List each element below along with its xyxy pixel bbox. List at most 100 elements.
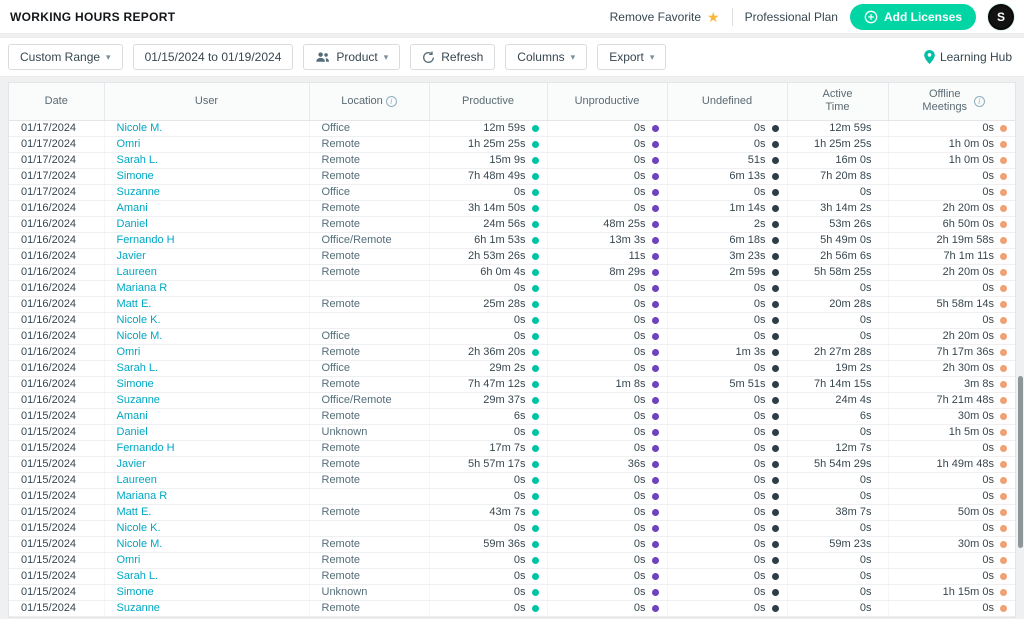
offline-meetings-value: 1h 0m 0s (949, 138, 994, 150)
vertical-scrollbar-thumb[interactable] (1018, 376, 1023, 548)
user-link[interactable]: Suzanne (117, 394, 160, 406)
user-link[interactable]: Laureen (117, 474, 157, 486)
columns-dropdown[interactable]: Columns ▾ (505, 44, 587, 70)
product-dropdown[interactable]: Product ▾ (303, 44, 400, 70)
user-link[interactable]: Omri (117, 138, 141, 150)
offline-dot (1000, 333, 1007, 340)
productive-dot (532, 461, 539, 468)
columns-label: Columns (517, 50, 564, 64)
table-row: 01/15/2024Mariana R0s0s0s0s0s (9, 488, 1015, 504)
user-link[interactable]: Suzanne (117, 602, 160, 614)
row-date: 01/17/2024 (21, 122, 76, 134)
user-link[interactable]: Suzanne (117, 186, 160, 198)
unproductive-dot (652, 125, 659, 132)
productive-dot (532, 365, 539, 372)
user-link[interactable]: Simone (117, 170, 154, 182)
col-label: Productive (462, 95, 514, 107)
col-header-offline-meetings[interactable]: Offline Meetingsi (888, 83, 1015, 120)
user-link[interactable]: Laureen (117, 266, 157, 278)
undefined-dot (772, 269, 779, 276)
user-link[interactable]: Fernando H (117, 234, 175, 246)
remove-favorite-label: Remove Favorite (610, 10, 701, 24)
productive-dot (532, 477, 539, 484)
user-link[interactable]: Javier (117, 250, 146, 262)
table-row: 01/17/2024OmriRemote1h 25m 25s0s0s1h 25m… (9, 136, 1015, 152)
table-row: 01/15/2024SuzanneRemote0s0s0s0s0s (9, 600, 1015, 616)
row-location: Remote (322, 442, 361, 454)
remove-favorite-button[interactable]: Remove Favorite ★ (610, 10, 720, 24)
user-link[interactable]: Nicole M. (117, 122, 163, 134)
user-link[interactable]: Matt E. (117, 298, 152, 310)
undefined-dot (772, 157, 779, 164)
avatar[interactable]: S (988, 4, 1014, 30)
avatar-initial: S (997, 10, 1005, 24)
col-header-location[interactable]: Locationi (309, 83, 429, 120)
productive-dot (532, 125, 539, 132)
productive-dot (532, 557, 539, 564)
row-date: 01/17/2024 (21, 154, 76, 166)
productive-dot (532, 493, 539, 500)
add-licenses-button[interactable]: Add Licenses (850, 4, 976, 30)
col-header-undefined[interactable]: Undefined (667, 83, 787, 120)
col-header-unproductive[interactable]: Unproductive (547, 83, 667, 120)
row-date: 01/16/2024 (21, 218, 76, 230)
productive-value: 29m 37s (483, 394, 525, 406)
active-time-value: 6s (860, 410, 872, 422)
col-header-user[interactable]: User (104, 83, 309, 120)
col-header-active-time[interactable]: Active Time (787, 83, 888, 120)
undefined-dot (772, 253, 779, 260)
learning-hub-link[interactable]: Learning Hub (924, 50, 1016, 64)
offline-dot (1000, 589, 1007, 596)
user-link[interactable]: Daniel (117, 426, 148, 438)
row-location: Remote (322, 378, 361, 390)
info-icon[interactable]: i (974, 96, 985, 107)
table-row: 01/17/2024SimoneRemote7h 48m 49s0s6m 13s… (9, 168, 1015, 184)
offline-dot (1000, 429, 1007, 436)
custom-range-dropdown[interactable]: Custom Range ▾ (8, 44, 123, 70)
user-link[interactable]: Sarah L. (117, 154, 159, 166)
unproductive-dot (652, 541, 659, 548)
user-link[interactable]: Omri (117, 346, 141, 358)
user-link[interactable]: Amani (117, 202, 148, 214)
undefined-value: 0s (754, 138, 766, 150)
user-link[interactable]: Javier (117, 458, 146, 470)
info-icon[interactable]: i (386, 96, 397, 107)
col-header-date[interactable]: Date (9, 83, 104, 120)
user-link[interactable]: Nicole K. (117, 314, 161, 326)
productive-dot (532, 397, 539, 404)
user-link[interactable]: Sarah L. (117, 570, 159, 582)
user-link[interactable]: Daniel (117, 218, 148, 230)
undefined-dot (772, 173, 779, 180)
user-link[interactable]: Nicole M. (117, 330, 163, 342)
user-link[interactable]: Simone (117, 378, 154, 390)
row-location: Office (322, 362, 351, 374)
user-link[interactable]: Sarah L. (117, 362, 159, 374)
unproductive-value: 0s (634, 394, 646, 406)
user-link[interactable]: Omri (117, 554, 141, 566)
active-time-value: 16m 0s (835, 154, 871, 166)
offline-dot (1000, 125, 1007, 132)
undefined-dot (772, 541, 779, 548)
user-link[interactable]: Matt E. (117, 506, 152, 518)
user-link[interactable]: Fernando H (117, 442, 175, 454)
user-link[interactable]: Mariana R (117, 490, 168, 502)
export-dropdown[interactable]: Export ▾ (597, 44, 666, 70)
table-row: 01/17/2024Nicole M.Office12m 59s0s0s12m … (9, 120, 1015, 136)
offline-meetings-value: 0s (982, 186, 994, 198)
user-link[interactable]: Nicole M. (117, 538, 163, 550)
user-link[interactable]: Nicole K. (117, 522, 161, 534)
user-link[interactable]: Amani (117, 410, 148, 422)
unproductive-value: 0s (634, 506, 646, 518)
productive-dot (532, 573, 539, 580)
user-link[interactable]: Mariana R (117, 282, 168, 294)
refresh-button[interactable]: Refresh (410, 44, 495, 70)
star-icon[interactable]: ★ (707, 10, 720, 24)
row-date: 01/15/2024 (21, 602, 76, 614)
undefined-dot (772, 461, 779, 468)
date-range-button[interactable]: 01/15/2024 to 01/19/2024 (133, 44, 294, 70)
active-time-value: 7h 14m 15s (814, 378, 871, 390)
unproductive-value: 0s (634, 186, 646, 198)
user-link[interactable]: Simone (117, 586, 154, 598)
col-header-productive[interactable]: Productive (429, 83, 547, 120)
unproductive-value: 0s (634, 522, 646, 534)
